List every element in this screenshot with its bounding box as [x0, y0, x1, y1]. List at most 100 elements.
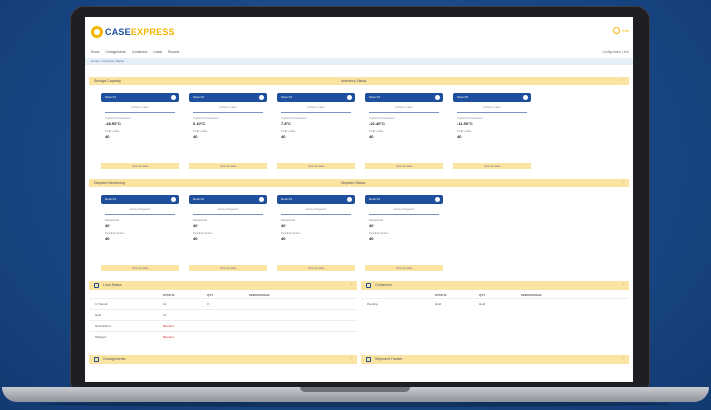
panel-header[interactable]: Shipment Tracker ⌃ — [361, 355, 629, 364]
section-subtitle: Dispatch Status — [341, 181, 366, 185]
metric-label-2: Pending Orders — [281, 231, 301, 235]
metric-value-2: 40 — [193, 236, 198, 241]
row-qty: Hold — [479, 302, 486, 306]
view-details-button[interactable]: View Details — [277, 265, 355, 271]
metric-value: 40 — [281, 223, 286, 228]
card-subtitle: Active Loads — [219, 105, 237, 109]
panel-header[interactable]: Consignments ⌃ — [89, 355, 357, 364]
metric-label: Current Temperature — [457, 116, 483, 120]
metric-value: 40 — [369, 223, 374, 228]
card-title: Dock 03 — [281, 197, 293, 201]
table-row[interactable]: Pending Hold Hold — [361, 298, 629, 309]
col-percentage: PERCENTAGE — [249, 293, 270, 297]
info-icon[interactable] — [435, 197, 440, 202]
info-icon[interactable] — [347, 197, 352, 202]
card-subtitle: Active Dispatch — [129, 207, 151, 211]
panel-containers: Containers ⌃ STATUS QTY PERCENTAGE Pendi… — [361, 281, 629, 351]
info-icon[interactable] — [435, 95, 440, 100]
metric-value: 7.8°C — [281, 121, 292, 126]
table-header: STATUS QTY PERCENTAGE — [361, 290, 629, 298]
truck-icon — [366, 357, 371, 362]
metric-value-2: 40 — [105, 236, 110, 241]
info-icon[interactable] — [523, 95, 528, 100]
col-status: STATUS — [435, 293, 447, 297]
panel-header[interactable]: Containers ⌃ — [361, 281, 629, 290]
collapse-icon[interactable]: ⌃ — [622, 281, 625, 290]
user-icon — [613, 27, 621, 34]
table-row[interactable]: Held 10 — [89, 309, 357, 320]
view-details-button[interactable]: View Details — [189, 163, 267, 169]
metric-label-2: Total Loads — [193, 129, 208, 133]
row-status: 10 — [163, 302, 167, 306]
section-dispatch-bar[interactable]: Dispatch Monitoring Dispatch Status ⌃ — [89, 179, 629, 187]
info-icon[interactable] — [347, 95, 352, 100]
metric-label: Dispatched — [369, 218, 383, 222]
status-card: Zone 01 Active Loads Current Temperature -1… — [101, 93, 179, 169]
info-icon[interactable] — [171, 95, 176, 100]
view-details-button[interactable]: View Details — [365, 265, 443, 271]
nav-item-containers[interactable]: Containers — [132, 50, 147, 54]
logo-icon — [91, 26, 103, 38]
nav-item-reports[interactable]: Reports — [168, 50, 179, 54]
collapse-icon[interactable]: ⌃ — [622, 355, 625, 364]
view-details-button[interactable]: View Details — [453, 163, 531, 169]
info-icon[interactable] — [171, 197, 176, 202]
collapse-icon[interactable]: ⌃ — [622, 77, 625, 85]
card-title: Zone 01 — [105, 95, 117, 99]
metric-value-2: 40 — [281, 134, 286, 139]
metric-value-2: 40 — [369, 236, 374, 241]
metric-value-2: 40 — [193, 134, 198, 139]
metric-label: Current Temperature — [369, 116, 395, 120]
box-icon — [366, 283, 371, 288]
panel-title: Shipment Tracker — [375, 357, 403, 361]
divider — [193, 112, 263, 113]
row-name: Held — [95, 313, 102, 317]
row-name: In Transit — [95, 302, 108, 306]
panel-title: Load Status — [103, 283, 122, 287]
status-card: Zone 05 Active Loads Current Temperature -1… — [453, 93, 531, 169]
view-details-button[interactable]: View Details — [189, 265, 267, 271]
view-details-button[interactable]: View Details — [277, 163, 355, 169]
user-menu[interactable]: Info — [613, 27, 629, 34]
nav-item-consignments[interactable]: Consignments — [106, 50, 126, 54]
card-header: Dock 04 — [365, 195, 443, 204]
info-icon[interactable] — [259, 197, 264, 202]
collapse-icon[interactable]: ⌃ — [350, 281, 353, 290]
panel-load-status: Load Status ⌃ STATUS QTY PERCENTAGE In T… — [89, 281, 357, 351]
metric-value: 40 — [193, 223, 198, 228]
metric-value: -11.50°C — [457, 121, 473, 126]
section-storage-bar[interactable]: Storage Capacity Inventory Status ⌃ — [89, 77, 629, 85]
nav-item-loads[interactable]: Loads — [153, 50, 162, 54]
divider — [457, 112, 527, 113]
metric-value-2: 40 — [457, 134, 462, 139]
collapse-icon[interactable]: ⌃ — [622, 179, 625, 187]
status-card: Dock 01 Active Dispatch Dispatched 40 Pendin… — [101, 195, 179, 271]
table-row[interactable]: Shipped Blocked — [89, 331, 357, 342]
status-card: Dock 03 Active Dispatch Dispatched 40 Pendin… — [277, 195, 355, 271]
view-details-button[interactable]: View Details — [101, 265, 179, 271]
table-row[interactable]: Not Packed Blocked — [89, 320, 357, 331]
nav-item-home[interactable]: Home — [91, 50, 100, 54]
view-details-button[interactable]: View Details — [365, 163, 443, 169]
metric-value-2: 40 — [281, 236, 286, 241]
panel-title: Consignments — [103, 357, 126, 361]
app-logo[interactable]: CASEEXPRESS — [91, 25, 175, 39]
card-title: Zone 05 — [457, 95, 469, 99]
view-details-button[interactable]: View Details — [101, 163, 179, 169]
panel-header[interactable]: Load Status ⌃ — [89, 281, 357, 290]
metric-label: Dispatched — [193, 218, 207, 222]
app-header: CASEEXPRESS Info — [85, 17, 633, 47]
nav-right-links[interactable]: Configuration | Info — [602, 50, 629, 54]
divider — [369, 112, 439, 113]
card-subtitle: Active Dispatch — [305, 207, 327, 211]
row-name: Shipped — [95, 335, 107, 339]
user-label: Info — [622, 28, 629, 33]
metric-label-2: Pending Orders — [193, 231, 213, 235]
table-row[interactable]: In Transit 10 0 — [89, 298, 357, 309]
info-icon[interactable] — [259, 95, 264, 100]
section-title: Dispatch Monitoring — [94, 181, 125, 185]
panel-shipment-tracker: Shipment Tracker ⌃ — [361, 355, 629, 375]
metric-label-2: Total Loads — [105, 129, 120, 133]
collapse-icon[interactable]: ⌃ — [350, 355, 353, 364]
card-header: Zone 05 — [453, 93, 531, 102]
